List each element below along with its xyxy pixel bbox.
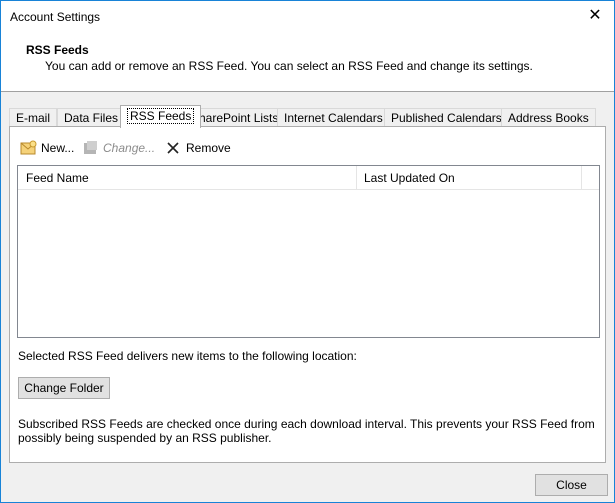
tab-label: E-mail (16, 111, 51, 125)
rss-feeds-panel: New... Change... Remove Feed Name Last U… (9, 126, 606, 463)
change-folder-button[interactable]: Change Folder (18, 377, 110, 399)
change-button-label: Change... (103, 141, 156, 155)
feeds-list[interactable]: Feed Name Last Updated On (17, 165, 600, 338)
new-feed-icon (20, 140, 38, 156)
change-button[interactable]: Change... (82, 137, 155, 159)
location-text: Selected RSS Feed delivers new items to … (18, 349, 357, 363)
close-icon[interactable]: ✕ (586, 7, 604, 25)
tab-address-books[interactable]: Address Books (501, 108, 596, 127)
remove-button[interactable]: Remove (165, 137, 231, 159)
close-button[interactable]: Close (535, 474, 608, 496)
remove-button-label: Remove (186, 141, 231, 155)
column-header-feed-name[interactable]: Feed Name (18, 166, 356, 190)
tab-published-calendars[interactable]: Published Calendars (384, 108, 509, 127)
list-header: Feed Name Last Updated On (18, 166, 599, 190)
account-settings-dialog: Account Settings ✕ RSS Feeds You can add… (0, 0, 615, 503)
change-icon (82, 140, 100, 156)
column-header-last-updated[interactable]: Last Updated On (356, 166, 580, 190)
new-button[interactable]: New... (20, 137, 74, 159)
tab-label: RSS Feeds (127, 108, 195, 124)
title-bar: Account Settings ✕ (1, 1, 614, 32)
remove-x-icon (165, 140, 183, 156)
window-title: Account Settings (10, 10, 101, 24)
tab-internet-calendars[interactable]: Internet Calendars (277, 108, 390, 127)
info-text: Subscribed RSS Feeds are checked once du… (18, 417, 595, 445)
tab-label: Address Books (508, 111, 589, 125)
tab-email[interactable]: E-mail (9, 108, 58, 127)
tab-label: Data Files (64, 111, 119, 125)
tab-rss-feeds[interactable]: RSS Feeds (120, 105, 202, 128)
tab-label: Internet Calendars (284, 111, 383, 125)
tab-label: SharePoint Lists (191, 111, 279, 125)
new-button-label: New... (41, 141, 75, 155)
tab-label: Published Calendars (391, 111, 502, 125)
section-description: You can add or remove an RSS Feed. You c… (45, 59, 533, 73)
header-band: RSS Feeds You can add or remove an RSS F… (1, 32, 614, 92)
column-divider[interactable] (581, 166, 582, 190)
section-title: RSS Feeds (26, 43, 89, 57)
tab-data-files[interactable]: Data Files (57, 108, 126, 127)
